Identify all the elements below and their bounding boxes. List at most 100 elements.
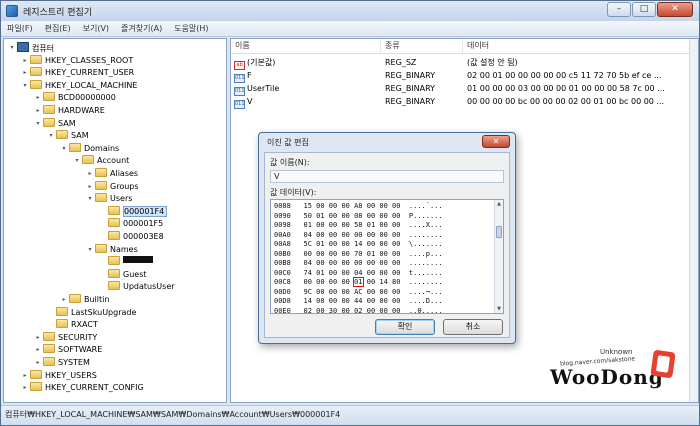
value-row[interactable]: ab (기본값) REG_SZ (값 설정 안 됨) xyxy=(231,56,698,70)
scroll-up-arrow-icon[interactable]: ▲ xyxy=(495,200,503,208)
expand-arrow-icon[interactable]: ▸ xyxy=(21,67,29,79)
collapse-arrow-icon[interactable]: ▾ xyxy=(73,155,81,167)
hex-row[interactable]: 00A8 5C 01 00 00 14 00 00 00 \....... xyxy=(274,239,443,249)
tree-node[interactable]: ▸ HARDWARE xyxy=(34,105,105,117)
tree-node[interactable]: ▾ Users xyxy=(86,193,132,205)
values-scrollbar[interactable] xyxy=(689,39,698,402)
collapse-arrow-icon[interactable]: ▾ xyxy=(86,193,94,205)
column-header-type[interactable]: 종류 xyxy=(381,39,463,54)
tree-node[interactable]: ▸ SYSTEM xyxy=(34,357,90,369)
status-bar-path: 컴퓨터₩HKEY_LOCAL_MACHINE₩SAM₩SAM₩Domains₩A… xyxy=(1,405,699,425)
collapse-arrow-icon[interactable]: ▾ xyxy=(21,80,29,92)
collapse-arrow-icon[interactable]: ▾ xyxy=(8,42,16,54)
tree-node[interactable]: ▸ BCD00000000 xyxy=(34,92,116,104)
folder-icon xyxy=(95,193,107,203)
value-name: UserTile xyxy=(247,84,280,93)
tree-node[interactable]: ▸ SECURITY xyxy=(34,331,97,344)
expand-arrow-icon[interactable]: ▸ xyxy=(34,357,42,369)
tree-node[interactable]: ▾ Account xyxy=(73,155,129,167)
tree-node[interactable]: 000001F5 xyxy=(99,218,163,230)
tree-node[interactable] xyxy=(99,256,153,268)
tree-node[interactable]: RXACT xyxy=(47,319,98,331)
collapse-arrow-icon[interactable]: ▾ xyxy=(60,143,68,155)
folder-icon xyxy=(43,105,55,114)
column-header-name[interactable]: 이름 xyxy=(231,39,381,54)
tree-node[interactable]: ▸ HKEY_USERS xyxy=(21,369,97,382)
hex-cursor-byte[interactable]: 01 xyxy=(353,277,364,287)
hex-scrollbar[interactable]: ▲ ▼ xyxy=(494,200,503,313)
value-name-field[interactable]: V xyxy=(270,170,504,183)
tree-node[interactable]: ▾ Domains xyxy=(60,142,120,155)
expand-arrow-icon[interactable]: ▸ xyxy=(34,332,42,344)
tree-node[interactable]: ▸ HKEY_CURRENT_USER xyxy=(21,67,134,79)
hex-row[interactable]: 00D8 14 00 00 00 44 00 00 00 ....D... xyxy=(274,296,443,306)
collapse-arrow-icon[interactable]: ▾ xyxy=(47,130,55,142)
column-header-data[interactable]: 데이터 xyxy=(463,39,691,54)
expand-arrow-icon[interactable]: ▸ xyxy=(21,55,29,67)
expand-arrow-icon[interactable]: ▸ xyxy=(34,105,42,117)
tree-node[interactable]: ▸ Groups xyxy=(86,180,139,193)
expand-arrow-icon[interactable]: ▸ xyxy=(21,382,29,394)
tree-node[interactable]: ▸ HKEY_CLASSES_ROOT xyxy=(21,54,134,67)
hex-scroll-thumb[interactable] xyxy=(496,226,502,238)
tree-node[interactable]: 000001F4 xyxy=(99,205,168,218)
hex-row[interactable]: 00B0 00 00 00 00 70 01 00 00 ....p... xyxy=(274,249,443,259)
expand-arrow-icon[interactable]: ▸ xyxy=(21,370,29,382)
folder-icon xyxy=(56,319,68,329)
hex-row[interactable]: 00E0 02 00 30 00 02 00 00 00 ..0..... xyxy=(274,306,443,314)
hex-address: 0098 xyxy=(274,221,291,229)
value-data-hex-editor[interactable]: 00E0 02 00 30 00 02 00 00 00 ..0..... 00D… xyxy=(270,199,504,314)
tree-node[interactable]: Guest xyxy=(99,268,147,281)
menu-file[interactable]: 파일(F) xyxy=(1,21,39,34)
tree-node[interactable]: ▸ HKEY_CURRENT_CONFIG xyxy=(21,382,144,394)
tree-node[interactable]: UpdatusUser xyxy=(99,281,175,293)
hex-row[interactable]: 0098 01 00 00 00 58 01 00 00 ....X... xyxy=(274,220,443,230)
expand-arrow-icon[interactable]: ▸ xyxy=(60,294,68,306)
menu-view[interactable]: 보기(V) xyxy=(77,21,115,34)
tree-node[interactable]: ▾ Names xyxy=(86,243,138,256)
folder-icon xyxy=(43,331,55,341)
dialog-close-button[interactable]: ✕ xyxy=(482,135,510,148)
folder-icon xyxy=(30,382,42,392)
tree-node[interactable]: ▸ Builtin xyxy=(60,294,109,306)
hex-row[interactable]: 0088 15 00 00 00 A8 00 00 00 ....¨... xyxy=(274,201,443,211)
registry-tree-pane[interactable]: ▾ 컴퓨터 ▸ HKEY_CLASSES_ROOT ▸ HKEY_CURRENT_USER… xyxy=(3,38,227,403)
tree-node[interactable]: ▾ SAM xyxy=(47,130,89,142)
minimize-button[interactable]: – xyxy=(607,2,631,17)
expand-arrow-icon[interactable]: ▸ xyxy=(34,92,42,104)
ok-button[interactable]: 확인 xyxy=(375,319,435,335)
title-bar: 레지스트리 편집기 – □ ✕ xyxy=(1,1,699,21)
close-button[interactable]: ✕ xyxy=(657,2,693,17)
tree-node-label: HKEY_CLASSES_ROOT xyxy=(45,55,134,65)
collapse-arrow-icon[interactable]: ▾ xyxy=(86,244,94,256)
expand-arrow-icon[interactable]: ▸ xyxy=(86,168,94,180)
tree-node[interactable]: ▸ SOFTWARE xyxy=(34,344,102,356)
hex-row[interactable]: 00B8 04 00 00 00 00 00 00 00 ........ xyxy=(274,258,443,268)
hex-row[interactable]: 00D0 9C 00 00 00 AC 00 00 00 ....¬... xyxy=(274,287,443,297)
hex-row[interactable]: 0090 50 01 00 00 08 00 00 00 P....... xyxy=(274,211,443,221)
tree-node[interactable]: 000003E8 xyxy=(99,231,164,243)
value-row[interactable]: 011 F REG_BINARY 02 00 01 00 00 00 00 00 c5… xyxy=(231,69,698,83)
value-row[interactable]: 011 V REG_BINARY 00 00 00 00 bc 00 00 00 02… xyxy=(231,95,698,109)
tree-node[interactable]: LastSkuUpgrade xyxy=(47,306,136,319)
tree-node-label: SAM xyxy=(58,118,76,128)
menu-favorites[interactable]: 즐겨찾기(A) xyxy=(115,21,168,34)
collapse-arrow-icon[interactable]: ▾ xyxy=(34,118,42,130)
hex-row[interactable]: 00C8 00 00 00 00 01 00 14 80 ........ xyxy=(274,277,443,287)
expand-arrow-icon[interactable]: ▸ xyxy=(86,181,94,193)
tree-node[interactable]: ▸ Aliases xyxy=(86,168,138,180)
value-row[interactable]: 011 UserTile REG_BINARY 01 00 00 00 03 00 0… xyxy=(231,82,698,96)
menu-edit[interactable]: 편집(E) xyxy=(39,21,77,34)
expand-arrow-icon[interactable]: ▸ xyxy=(34,344,42,356)
tree-node[interactable]: ▾ SAM xyxy=(34,117,76,130)
tree-node-label: Domains xyxy=(84,143,120,153)
hex-row[interactable]: 00C0 74 01 00 00 04 00 00 00 t....... xyxy=(274,268,443,278)
tree-node-label: Account xyxy=(97,156,130,166)
tree-node[interactable]: ▾ 컴퓨터 xyxy=(8,42,54,54)
cancel-button[interactable]: 취소 xyxy=(443,319,503,335)
tree-node[interactable]: ▾ HKEY_LOCAL_MACHINE xyxy=(21,79,137,92)
maximize-button[interactable]: □ xyxy=(632,2,656,17)
scroll-down-arrow-icon[interactable]: ▼ xyxy=(495,305,503,313)
menu-help[interactable]: 도움말(H) xyxy=(168,21,214,34)
hex-row[interactable]: 00A0 04 00 00 00 00 00 00 00 ........ xyxy=(274,230,443,240)
